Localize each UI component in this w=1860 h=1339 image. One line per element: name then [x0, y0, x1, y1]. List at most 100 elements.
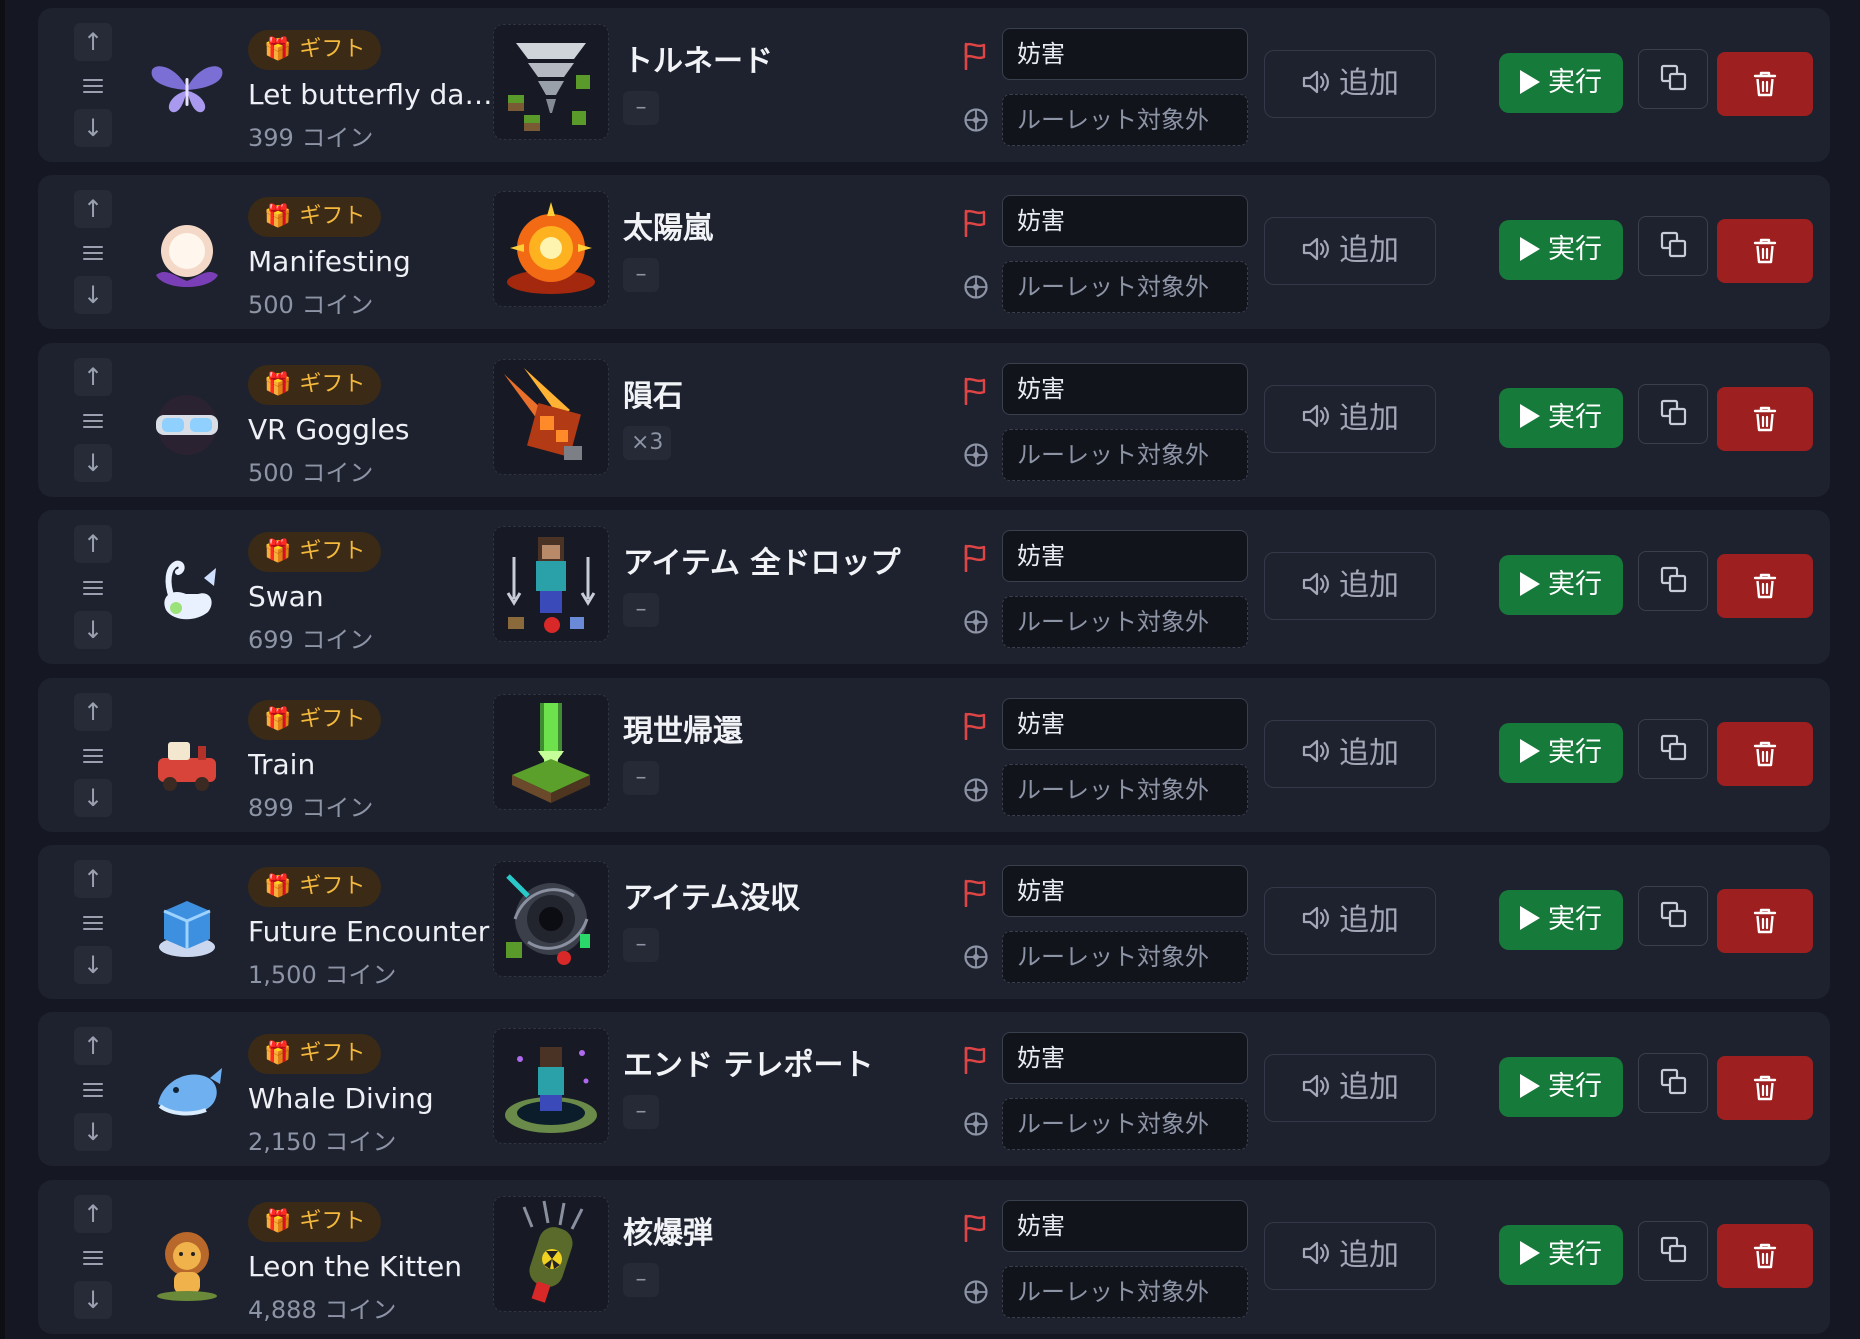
roulette-input[interactable]: ルーレット対象外: [1002, 94, 1248, 146]
action-name: 現世帰還: [623, 713, 743, 749]
drag-handle-icon[interactable]: [83, 413, 103, 428]
category-input[interactable]: 妨害: [1002, 530, 1248, 583]
delete-button[interactable]: [1717, 1056, 1813, 1121]
run-button[interactable]: 実行: [1499, 555, 1623, 616]
gift-badge-label: ギフト: [299, 706, 366, 732]
add-sound-button[interactable]: 追加: [1264, 1221, 1436, 1290]
move-up-button[interactable]: ↑: [74, 525, 112, 564]
duplicate-button[interactable]: [1638, 216, 1708, 277]
duplicate-button[interactable]: [1638, 1220, 1708, 1281]
delete-button[interactable]: [1717, 1223, 1813, 1288]
move-up-button[interactable]: ↑: [74, 357, 112, 396]
category-input[interactable]: 妨害: [1002, 362, 1248, 415]
delete-button[interactable]: [1717, 721, 1813, 786]
move-down-button[interactable]: ↓: [74, 109, 112, 147]
delete-button[interactable]: [1717, 386, 1813, 451]
window-edge: [0, 0, 5, 1339]
move-up-button[interactable]: ↑: [74, 692, 112, 731]
move-down-button[interactable]: ↓: [74, 443, 112, 482]
move-up-button[interactable]: ↑: [74, 1194, 112, 1233]
duplicate-button[interactable]: [1638, 383, 1708, 444]
category-input[interactable]: 妨害: [1002, 1032, 1248, 1085]
run-button[interactable]: 実行: [1499, 53, 1623, 113]
nuke-icon[interactable]: [493, 1195, 609, 1312]
category-input[interactable]: 妨害: [1002, 1199, 1248, 1252]
move-up-button[interactable]: ↑: [74, 23, 112, 61]
category-input[interactable]: 妨害: [1002, 864, 1248, 917]
move-down-button[interactable]: ↓: [74, 276, 112, 315]
category-input[interactable]: 妨害: [1002, 28, 1248, 80]
roulette-icon: [964, 1280, 988, 1304]
reorder-controls: ↑ ↓: [74, 859, 112, 984]
speaker-icon: [1302, 907, 1329, 930]
respawn-beam-icon[interactable]: [493, 693, 609, 810]
delete-button[interactable]: [1717, 554, 1813, 619]
item-drop-icon[interactable]: [493, 526, 609, 643]
roulette-input[interactable]: ルーレット対象外: [1002, 763, 1248, 816]
duplicate-button[interactable]: [1638, 1053, 1708, 1114]
move-down-button[interactable]: ↓: [74, 945, 112, 984]
move-up-button[interactable]: ↑: [74, 190, 112, 229]
item-vortex-icon[interactable]: [493, 860, 609, 977]
run-button[interactable]: 実行: [1499, 1057, 1623, 1118]
end-portal-icon[interactable]: [493, 1028, 609, 1145]
delete-button[interactable]: [1717, 888, 1813, 953]
speaker-icon: [1302, 572, 1329, 595]
action-name: トルネード: [623, 44, 773, 79]
play-icon: [1520, 739, 1540, 764]
roulette-input[interactable]: ルーレット対象外: [1002, 596, 1248, 649]
roulette-icon: [964, 945, 988, 969]
delete-button[interactable]: [1717, 52, 1813, 116]
run-button[interactable]: 実行: [1499, 889, 1623, 950]
add-sound-button[interactable]: 追加: [1264, 1054, 1436, 1123]
category-input[interactable]: 妨害: [1002, 697, 1248, 750]
run-button[interactable]: 実行: [1499, 1224, 1623, 1285]
meteor-icon[interactable]: [493, 358, 609, 475]
gift-badge: 🎁 ギフト: [248, 1034, 382, 1075]
add-sound-button[interactable]: 追加: [1264, 50, 1436, 118]
move-down-button[interactable]: ↓: [74, 1280, 112, 1319]
run-button[interactable]: 実行: [1499, 387, 1623, 448]
move-up-button[interactable]: ↑: [74, 1027, 112, 1066]
add-sound-button[interactable]: 追加: [1264, 384, 1436, 453]
duplicate-button[interactable]: [1638, 885, 1708, 946]
roulette-input[interactable]: ルーレット対象外: [1002, 261, 1248, 314]
move-down-button[interactable]: ↓: [74, 1113, 112, 1152]
gift-name: Whale Diving: [248, 1082, 434, 1116]
duplicate-button[interactable]: [1638, 551, 1708, 612]
add-sound-button[interactable]: 追加: [1264, 719, 1436, 788]
duplicate-button[interactable]: [1638, 718, 1708, 779]
tornado-icon[interactable]: [493, 24, 609, 140]
run-button[interactable]: 実行: [1499, 220, 1623, 281]
add-sound-button[interactable]: 追加: [1264, 886, 1436, 955]
drag-handle-icon[interactable]: [83, 748, 103, 763]
add-sound-label: 追加: [1339, 568, 1399, 604]
move-down-button[interactable]: ↓: [74, 611, 112, 650]
duplicate-icon: [1660, 734, 1687, 760]
gift-badge: 🎁 ギフト: [248, 364, 382, 405]
run-button[interactable]: 実行: [1499, 722, 1623, 783]
add-sound-button[interactable]: 追加: [1264, 217, 1436, 286]
move-down-button[interactable]: ↓: [74, 778, 112, 817]
gift-price: 500 コイン: [248, 291, 374, 320]
move-up-button[interactable]: ↑: [74, 859, 112, 898]
roulette-input[interactable]: ルーレット対象外: [1002, 428, 1248, 481]
delete-button[interactable]: [1717, 219, 1813, 284]
category-input[interactable]: 妨害: [1002, 195, 1248, 248]
drag-handle-icon[interactable]: [83, 79, 103, 93]
add-sound-button[interactable]: 追加: [1264, 552, 1436, 621]
drag-handle-icon[interactable]: [83, 915, 103, 930]
solar-storm-icon[interactable]: [493, 191, 609, 308]
flag-icon: [964, 879, 986, 907]
roulette-input[interactable]: ルーレット対象外: [1002, 1098, 1248, 1151]
drag-handle-icon[interactable]: [83, 1083, 103, 1098]
drag-handle-icon[interactable]: [83, 1250, 103, 1265]
add-sound-label: 追加: [1339, 1237, 1399, 1273]
drag-handle-icon[interactable]: [83, 246, 103, 261]
play-icon: [1520, 571, 1540, 596]
duplicate-button[interactable]: [1638, 49, 1708, 109]
action-name: アイテム没収: [623, 880, 800, 916]
drag-handle-icon[interactable]: [83, 581, 103, 596]
roulette-input[interactable]: ルーレット対象外: [1002, 1265, 1248, 1318]
roulette-input[interactable]: ルーレット対象外: [1002, 930, 1248, 983]
